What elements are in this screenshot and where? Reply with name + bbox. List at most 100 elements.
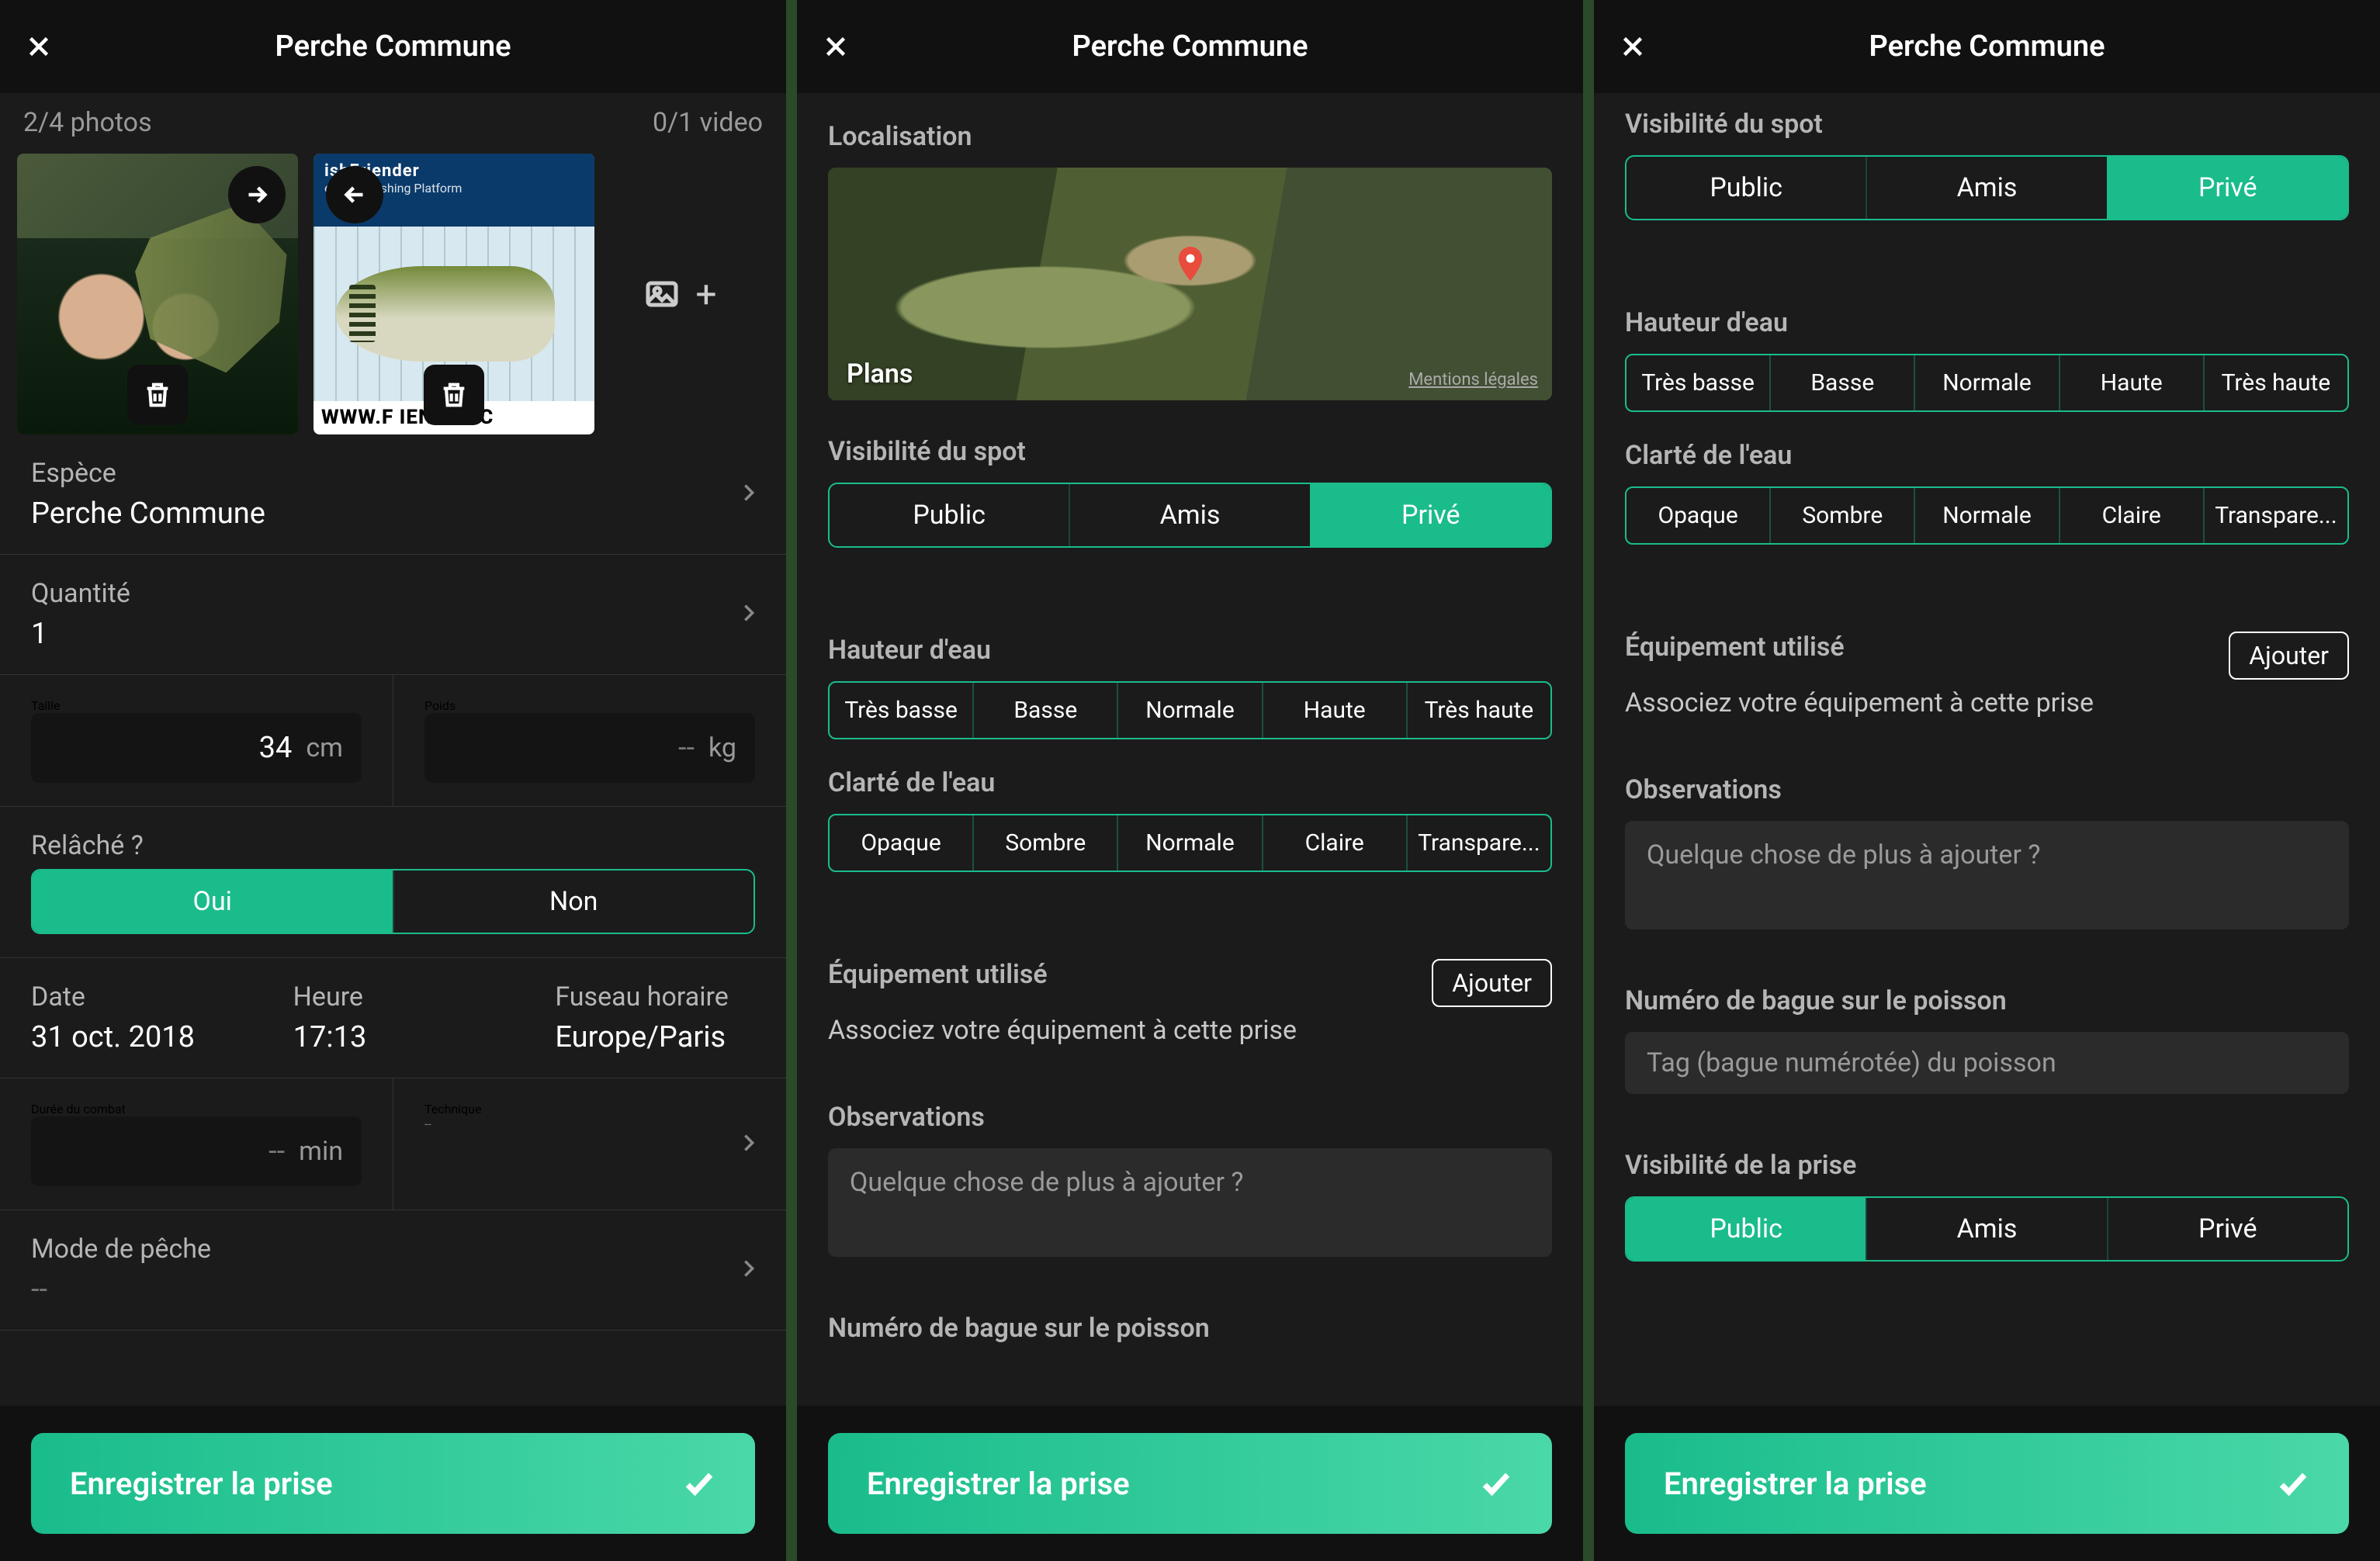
spot-visibility-label: Visibilité du spot — [1625, 109, 2349, 140]
close-button[interactable] — [23, 31, 54, 62]
fight-cell: Durée du combat -- min — [0, 1078, 393, 1210]
observations-input[interactable]: Quelque chose de plus à ajouter ? — [828, 1148, 1552, 1257]
time-label: Heure — [293, 981, 509, 1012]
equipment-label: Équipement utilisé — [1625, 632, 1845, 663]
wh-4[interactable]: Très haute — [1406, 683, 1550, 738]
date-label: Date — [31, 981, 247, 1012]
delete-photo-button[interactable] — [127, 365, 188, 425]
page-title: Perche Commune — [275, 29, 511, 64]
observations-section: Observations Quelque chose de plus à ajo… — [797, 1074, 1583, 1285]
size-unit: cm — [306, 732, 343, 763]
save-button[interactable]: Enregistrer la prise — [31, 1433, 755, 1534]
water-height-segment: Très basse Basse Normale Haute Très haut… — [1625, 354, 2349, 412]
wc-1[interactable]: Sombre — [972, 815, 1117, 870]
visibility-public[interactable]: Public — [1627, 157, 1866, 219]
plus-icon: + — [695, 272, 716, 317]
observations-label: Observations — [828, 1102, 1552, 1133]
content: Visibilité du spot Public Amis Privé Hau… — [1594, 93, 2380, 1561]
catch-visibility-segment: Public Amis Privé — [1625, 1196, 2349, 1262]
wh-0[interactable]: Très basse — [1627, 355, 1769, 410]
wc-0[interactable]: Opaque — [830, 815, 972, 870]
wh-3[interactable]: Haute — [2059, 355, 2203, 410]
mode-label: Mode de pêche — [31, 1234, 755, 1265]
fight-input[interactable]: -- min — [31, 1116, 362, 1186]
weight-value: -- — [443, 731, 702, 765]
wh-3[interactable]: Haute — [1262, 683, 1406, 738]
wh-0[interactable]: Très basse — [830, 683, 972, 738]
photo-2[interactable]: ishFriendere Social Fishing Platform WWW… — [314, 154, 594, 434]
add-equipment-button[interactable]: Ajouter — [2229, 632, 2349, 680]
reorder-left[interactable] — [326, 166, 383, 223]
save-button[interactable]: Enregistrer la prise — [828, 1433, 1552, 1534]
datetime-row[interactable]: Date31 oct. 2018 Heure17:13 Fuseau horai… — [0, 958, 786, 1078]
species-value: Perche Commune — [31, 497, 755, 531]
technique-cell[interactable]: Technique -- — [393, 1078, 786, 1210]
photo-1[interactable] — [17, 154, 298, 434]
check-icon — [682, 1466, 716, 1500]
visibility-friends[interactable]: Amis — [1866, 1198, 2106, 1260]
quantity-row[interactable]: Quantité 1 — [0, 555, 786, 675]
observations-label: Observations — [1625, 774, 2349, 805]
map-pin-icon — [1177, 247, 1204, 284]
catch-visibility-label: Visibilité de la prise — [1625, 1150, 2349, 1181]
tag-label: Numéro de bague sur le poisson — [828, 1313, 1552, 1344]
visibility-friends[interactable]: Amis — [1069, 484, 1309, 546]
spot-visibility-label: Visibilité du spot — [828, 436, 1552, 467]
delete-photo-button[interactable] — [424, 365, 484, 425]
wh-2[interactable]: Normale — [1914, 355, 2058, 410]
footer: Enregistrer la prise — [797, 1406, 1583, 1561]
released-yes[interactable]: Oui — [33, 870, 393, 933]
reorder-right[interactable] — [228, 166, 286, 223]
save-button[interactable]: Enregistrer la prise — [1625, 1433, 2349, 1534]
wc-3[interactable]: Claire — [1262, 815, 1406, 870]
wh-1[interactable]: Basse — [1769, 355, 1914, 410]
wc-2[interactable]: Normale — [1914, 488, 2058, 543]
visibility-private[interactable]: Privé — [2107, 157, 2347, 219]
water-clarity-section: Clarté de l'eau Opaque Sombre Normale Cl… — [1594, 440, 2380, 573]
wh-1[interactable]: Basse — [972, 683, 1117, 738]
header: Perche Commune — [797, 0, 1583, 93]
save-label: Enregistrer la prise — [70, 1466, 333, 1502]
mode-value: -- — [31, 1272, 755, 1307]
photos-row: ishFriendere Social Fishing Platform WWW… — [0, 154, 786, 434]
wc-1[interactable]: Sombre — [1769, 488, 1914, 543]
spot-visibility-segment: Public Amis Privé — [1625, 155, 2349, 220]
close-button[interactable] — [1617, 31, 1648, 62]
close-button[interactable] — [820, 31, 851, 62]
media-counts: 2/4 photos 0/1 video — [0, 93, 786, 154]
photo-count: 2/4 photos — [23, 107, 152, 138]
water-clarity-section: Clarté de l'eau Opaque Sombre Normale Cl… — [797, 767, 1583, 900]
weight-unit: kg — [708, 732, 736, 763]
weight-label: Poids — [424, 698, 755, 713]
visibility-friends[interactable]: Amis — [1866, 157, 2106, 219]
wh-4[interactable]: Très haute — [2203, 355, 2347, 410]
species-row[interactable]: Espèce Perche Commune — [0, 434, 786, 555]
tag-label: Numéro de bague sur le poisson — [1625, 985, 2349, 1016]
size-input[interactable]: 34 cm — [31, 713, 362, 783]
map-image — [828, 168, 1552, 400]
weight-input[interactable]: -- kg — [424, 713, 755, 783]
tag-input[interactable]: Tag (bague numérotée) du poisson — [1625, 1032, 2349, 1094]
chevron-right-icon — [738, 596, 760, 633]
wc-2[interactable]: Normale — [1117, 815, 1261, 870]
wh-2[interactable]: Normale — [1117, 683, 1261, 738]
mode-row[interactable]: Mode de pêche -- — [0, 1210, 786, 1331]
apple-maps-label: Plans — [842, 358, 913, 389]
spot-visibility-segment: Public Amis Privé — [828, 483, 1552, 548]
wc-4[interactable]: Transpare... — [2203, 488, 2347, 543]
map-legal-link[interactable]: Mentions légales — [1408, 370, 1538, 389]
visibility-public[interactable]: Public — [1627, 1198, 1866, 1260]
page-title: Perche Commune — [1072, 29, 1308, 64]
released-no[interactable]: Non — [393, 870, 754, 933]
wc-0[interactable]: Opaque — [1627, 488, 1769, 543]
add-equipment-button[interactable]: Ajouter — [1432, 959, 1552, 1007]
map[interactable]: Plans Mentions légales — [828, 168, 1552, 400]
chevron-right-icon — [738, 1251, 760, 1289]
observations-input[interactable]: Quelque chose de plus à ajouter ? — [1625, 821, 2349, 929]
visibility-public[interactable]: Public — [830, 484, 1069, 546]
wc-4[interactable]: Transpare... — [1406, 815, 1550, 870]
visibility-private[interactable]: Privé — [1310, 484, 1550, 546]
wc-3[interactable]: Claire — [2059, 488, 2203, 543]
add-media-slot[interactable]: + — [610, 154, 734, 434]
visibility-private[interactable]: Privé — [2107, 1198, 2347, 1260]
